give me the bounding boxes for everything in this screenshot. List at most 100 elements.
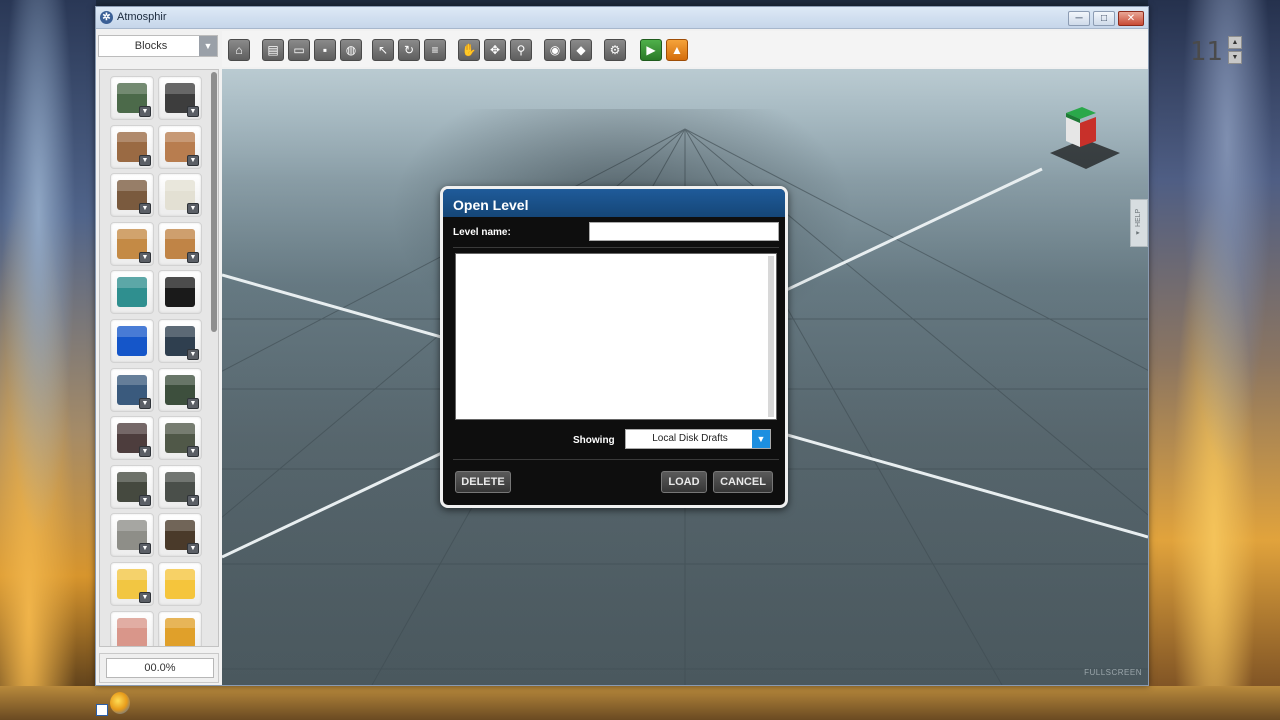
block-tile[interactable] <box>110 270 154 315</box>
block-tile[interactable] <box>158 610 202 646</box>
block-tile[interactable]: ▼ <box>110 173 154 218</box>
level-list[interactable] <box>455 253 777 420</box>
delete-button[interactable]: DELETE <box>455 471 511 493</box>
variant-dropdown-icon[interactable]: ▼ <box>139 543 151 555</box>
gear-icon[interactable]: ⚙ <box>604 39 626 61</box>
block-tile[interactable]: ▼ <box>158 416 202 461</box>
block-tile[interactable]: ▼ <box>158 76 202 120</box>
variant-dropdown-icon[interactable]: ▼ <box>187 251 199 263</box>
variant-dropdown-icon[interactable]: ▼ <box>139 494 151 506</box>
view-cube-icon[interactable] <box>1044 103 1124 183</box>
variant-dropdown-icon[interactable]: ▼ <box>187 106 199 117</box>
level-list-scrollbar[interactable] <box>768 256 774 417</box>
variant-dropdown-icon[interactable]: ▼ <box>187 397 199 409</box>
progress-readout: 00.0% <box>106 658 214 678</box>
variant-dropdown-icon[interactable]: ▼ <box>187 543 199 555</box>
eraser-icon[interactable]: ◆ <box>570 39 592 61</box>
globe-icon[interactable]: ◍ <box>340 39 362 61</box>
block-cube-icon <box>117 326 147 356</box>
minimize-button[interactable]: ─ <box>1068 11 1090 26</box>
shield-icon <box>110 692 130 714</box>
shortcut-arrow-icon <box>96 704 108 716</box>
variant-dropdown-icon[interactable]: ▼ <box>187 154 199 166</box>
block-tile[interactable]: ▼ <box>158 513 202 558</box>
fullscreen-button[interactable]: FULLSCREEN <box>1084 668 1142 677</box>
block-tile[interactable]: ▼ <box>158 221 202 266</box>
progress-panel: 00.0% <box>99 653 219 683</box>
variant-dropdown-icon[interactable]: ▼ <box>187 494 199 506</box>
block-category-label: Blocks <box>134 40 168 52</box>
block-cube-icon <box>117 617 147 646</box>
title-bar[interactable]: ✲ Atmosphir ─ □ ✕ <box>96 7 1148 29</box>
block-tile[interactable]: ▼ <box>110 464 154 509</box>
zoom-icon[interactable]: ⚲ <box>510 39 532 61</box>
variant-dropdown-icon[interactable]: ▼ <box>187 203 199 215</box>
variant-dropdown-icon[interactable]: ▼ <box>139 251 151 263</box>
block-tile[interactable]: ▼ <box>110 416 154 461</box>
list-icon[interactable]: ≡ <box>424 39 446 61</box>
play-icon[interactable]: ▶ <box>640 39 662 61</box>
hand-icon[interactable]: ✋ <box>458 39 480 61</box>
desktop-background-right <box>1148 0 1280 720</box>
variant-dropdown-icon[interactable]: ▼ <box>139 397 151 409</box>
counter-value: 11 <box>1190 37 1224 67</box>
open-level-dialog: Open Level Level name: Showing Local Dis… <box>440 186 788 508</box>
variant-dropdown-icon[interactable]: ▼ <box>139 203 151 215</box>
variant-dropdown-icon[interactable]: ▼ <box>139 592 151 603</box>
showing-value: Local Disk Drafts <box>652 433 728 444</box>
maximize-button[interactable]: □ <box>1093 11 1115 26</box>
load-button[interactable]: LOAD <box>661 471 707 493</box>
counter-down-button[interactable]: ▼ <box>1228 51 1242 64</box>
rotate-icon[interactable]: ↻ <box>398 39 420 61</box>
block-cube-icon <box>165 617 195 646</box>
variant-dropdown-icon[interactable]: ▼ <box>139 154 151 166</box>
new-file-icon[interactable]: ▤ <box>262 39 284 61</box>
block-tile[interactable]: ▼ <box>158 124 202 169</box>
divider <box>453 459 779 460</box>
variant-dropdown-icon[interactable]: ▼ <box>139 446 151 458</box>
block-tile[interactable]: ▼ <box>110 562 154 606</box>
block-category-select[interactable]: Blocks ▼ <box>98 35 218 57</box>
window-title: Atmosphir <box>117 11 167 23</box>
block-tile[interactable]: ▼ <box>158 319 202 363</box>
help-tab[interactable]: ◂ HELP <box>1130 199 1148 247</box>
showing-label: Showing <box>573 435 615 446</box>
block-tile[interactable]: ▼ <box>110 76 154 120</box>
select-arrow-icon[interactable]: ↖ <box>372 39 394 61</box>
block-tile[interactable]: ▼ <box>110 221 154 266</box>
variant-dropdown-icon[interactable]: ▼ <box>187 446 199 458</box>
block-tile[interactable]: ▼ <box>110 367 154 412</box>
counter-up-button[interactable]: ▲ <box>1228 36 1242 49</box>
desktop-taskbar-strip <box>0 686 1280 720</box>
variant-dropdown-icon[interactable]: ▼ <box>187 349 199 360</box>
block-tile[interactable] <box>158 270 202 315</box>
block-tile[interactable]: ▼ <box>158 464 202 509</box>
divider <box>453 247 779 248</box>
showing-select[interactable]: Local Disk Drafts ▼ <box>625 429 771 449</box>
block-palette: ▼ ▼ ▼ ▼ ▼ ▼ ▼ ▼ ▼ ▼ ▼ ▼ ▼ ▼ ▼ ▼ ▼ ▼ <box>99 69 219 647</box>
block-tile[interactable] <box>158 562 202 606</box>
warning-icon[interactable]: ▲ <box>666 39 688 61</box>
move-icon[interactable]: ✥ <box>484 39 506 61</box>
block-tile[interactable]: ▼ <box>110 124 154 169</box>
block-cube-icon <box>165 569 195 599</box>
chevron-down-icon[interactable]: ▼ <box>199 36 217 56</box>
palette-scrollbar[interactable] <box>211 72 217 332</box>
save-icon[interactable]: ▪ <box>314 39 336 61</box>
block-tile[interactable]: ▼ <box>158 367 202 412</box>
level-name-label: Level name: <box>453 227 511 238</box>
desktop-shortcut-icon[interactable] <box>96 690 136 718</box>
block-tile[interactable]: ▼ <box>110 513 154 558</box>
block-tile[interactable] <box>110 610 154 646</box>
home-icon[interactable]: ⌂ <box>228 39 250 61</box>
level-name-input[interactable] <box>589 222 779 241</box>
open-folder-icon[interactable]: ▭ <box>288 39 310 61</box>
variant-dropdown-icon[interactable]: ▼ <box>139 106 151 117</box>
app-icon: ✲ <box>100 11 113 24</box>
cancel-button[interactable]: CANCEL <box>713 471 773 493</box>
eye-icon[interactable]: ◉ <box>544 39 566 61</box>
close-button[interactable]: ✕ <box>1118 11 1144 26</box>
chevron-down-icon[interactable]: ▼ <box>752 430 770 448</box>
block-tile[interactable] <box>110 319 154 363</box>
block-tile[interactable]: ▼ <box>158 173 202 218</box>
